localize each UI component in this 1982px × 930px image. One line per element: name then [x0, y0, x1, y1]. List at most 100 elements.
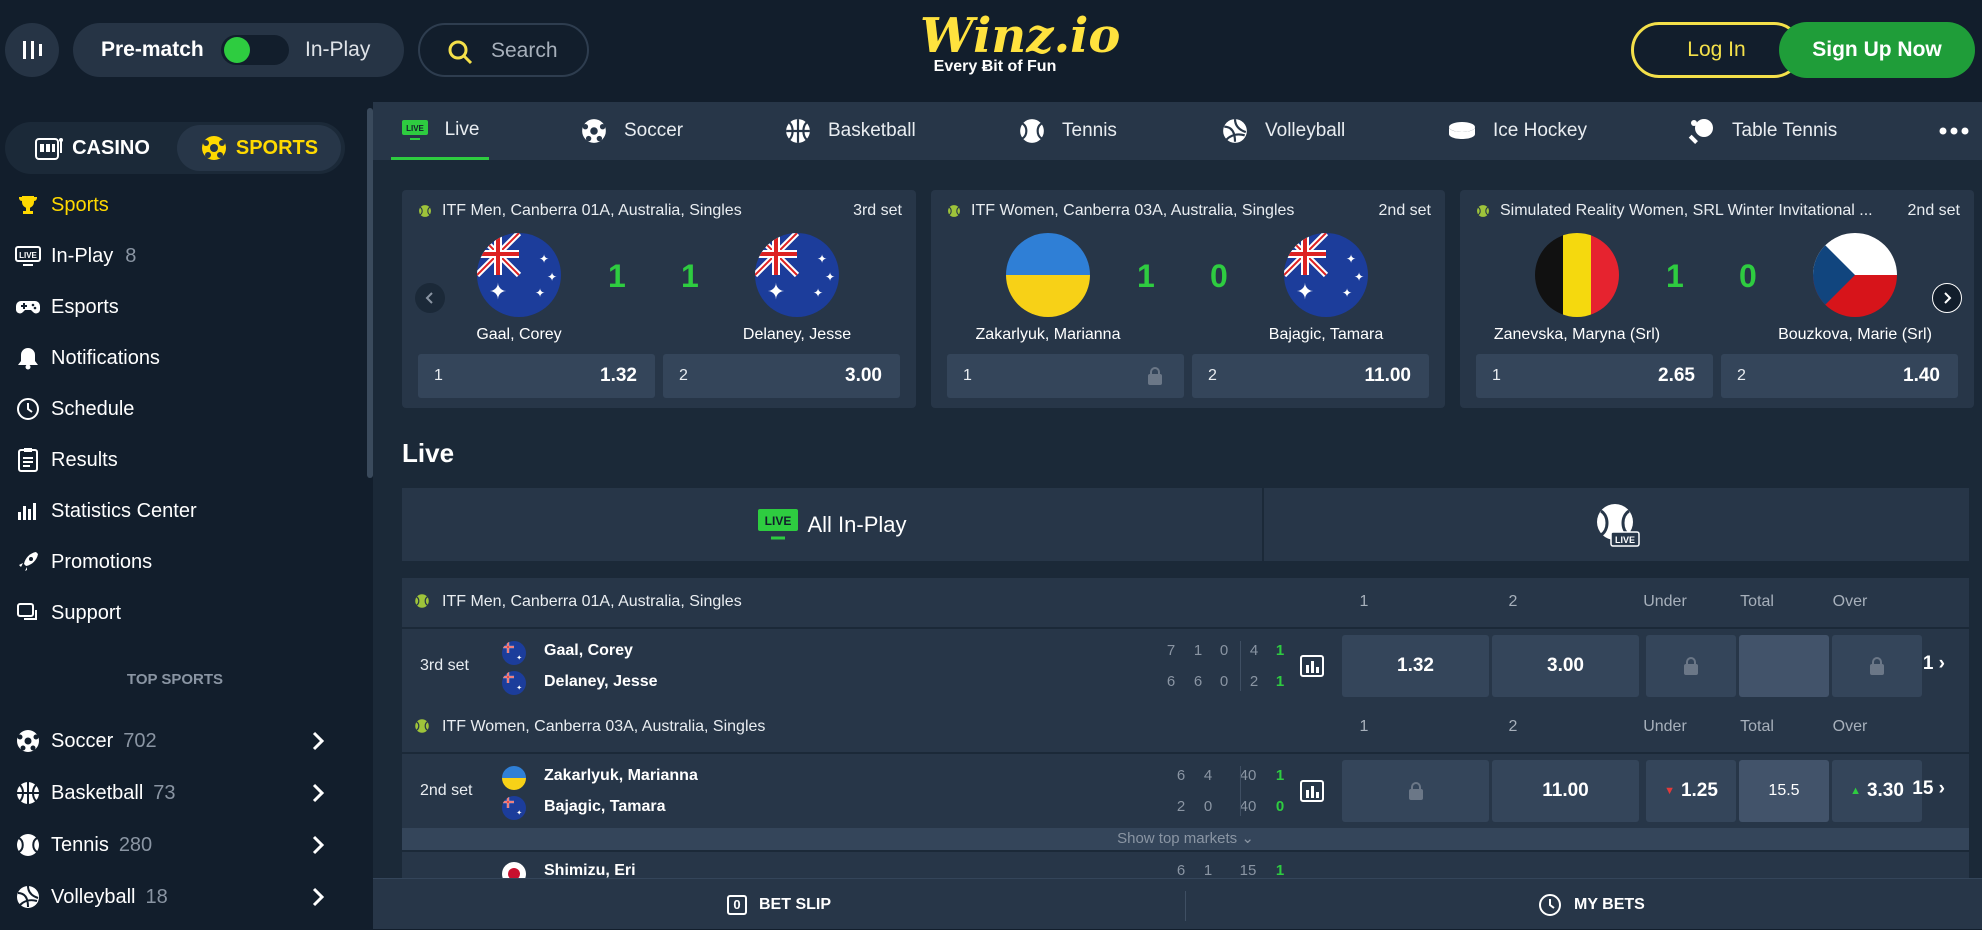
sidebar-sport-tennis[interactable]: Tennis 280 — [14, 825, 334, 865]
winz-logo[interactable]: Winz.io Every Ƀit of Fun — [920, 10, 1120, 76]
odds-button-away[interactable]: 2 1.40 — [1721, 354, 1958, 398]
player-home: Gaal, Corey — [476, 326, 562, 343]
sidebar-item-sports[interactable]: Sports — [14, 185, 109, 225]
toggle-switch[interactable] — [221, 35, 289, 65]
sidebar-item-promotions[interactable]: Promotions — [14, 542, 152, 582]
sidebar-item-notifications[interactable]: Notifications — [14, 338, 160, 378]
league-name: ITF Men, Canberra 01A, Australia, Single… — [442, 593, 742, 610]
show-top-markets-label: Show top markets — [1117, 830, 1238, 847]
featured-match-card[interactable]: ITF Men, Canberra 01A, Australia, Single… — [402, 190, 916, 408]
more-sports-button[interactable] — [1939, 102, 1969, 160]
betslip-button[interactable]: 0 BET SLIP — [727, 879, 831, 930]
under-button[interactable]: ▼ 1.25 — [1646, 760, 1736, 822]
carousel-next-button[interactable] — [1932, 283, 1962, 313]
search-button[interactable]: Search — [418, 23, 589, 77]
sport-label: Basketball — [51, 781, 144, 804]
belgium-flag-icon — [1535, 233, 1619, 317]
col-total-header: Total — [1740, 718, 1774, 735]
inplay-label[interactable]: In-Play — [305, 38, 370, 62]
league-name: ITF Women, Canberra 03A, Australia, Sing… — [442, 718, 766, 735]
basketball-icon — [14, 779, 42, 807]
odds-label: 1 — [963, 367, 972, 384]
sidebar-item-support[interactable]: Support — [14, 593, 121, 633]
lock-icon — [1684, 657, 1698, 675]
sidebar-item-results[interactable]: Results — [14, 440, 118, 480]
tab-live[interactable]: LIVE Live — [391, 102, 489, 160]
prematch-label[interactable]: Pre-match — [101, 38, 204, 62]
stats-icon[interactable] — [1300, 655, 1324, 677]
set-score: 6 — [1193, 673, 1203, 690]
more-markets-button[interactable]: 15 › — [1912, 778, 1945, 800]
sidebar-sport-basketball[interactable]: Basketball 73 — [14, 773, 334, 813]
odds-button-home[interactable]: 1 2.65 — [1476, 354, 1713, 398]
game-score: 40 — [1239, 767, 1257, 784]
login-button[interactable]: Log In — [1631, 22, 1802, 78]
odds-button-away[interactable]: 11.00 — [1492, 760, 1639, 822]
odds-button-home[interactable]: 1.32 — [1342, 635, 1489, 697]
col-over-header: Over — [1832, 718, 1868, 735]
svg-text:✦: ✦ — [516, 684, 522, 692]
set-score: 1 — [1203, 862, 1213, 878]
tab-basketball[interactable]: Basketball — [784, 102, 916, 160]
card-header: Simulated Reality Women, SRL Winter Invi… — [1476, 202, 1960, 220]
match-row[interactable]: 2nd set ✦ Zakarlyuk, Marianna Bajagic, T… — [402, 754, 1969, 828]
volleyball-icon — [14, 883, 42, 911]
odds-button-away[interactable]: 3.00 — [1492, 635, 1639, 697]
under-button[interactable] — [1646, 635, 1736, 697]
svg-text:✦: ✦ — [1346, 252, 1356, 266]
stats-icon[interactable] — [1300, 780, 1324, 802]
tab-table-tennis[interactable]: Table Tennis — [1688, 102, 1837, 160]
sidebar-sport-volleyball[interactable]: Volleyball 18 — [14, 877, 334, 917]
svg-text:LIVE: LIVE — [406, 124, 424, 133]
tab-tennis[interactable]: Tennis — [1018, 102, 1117, 160]
more-markets-button[interactable]: 1 › — [1923, 653, 1945, 675]
svg-text:✦: ✦ — [539, 252, 549, 266]
tab-soccer[interactable]: Soccer — [580, 102, 683, 160]
odds-button-home[interactable]: 1 — [947, 354, 1184, 398]
sidebar-sport-soccer[interactable]: Soccer 702 — [14, 721, 334, 761]
over-button[interactable]: ▲ 3.30 — [1832, 760, 1922, 822]
chevron-right-icon — [312, 731, 325, 751]
betslip-label: BET SLIP — [759, 895, 832, 913]
mybets-button[interactable]: MY BETS — [1538, 879, 1645, 930]
match-group-header: ITF Men, Canberra 01A, Australia, Single… — [402, 578, 1969, 628]
odds-button-away[interactable]: 2 11.00 — [1192, 354, 1429, 398]
tab-sports[interactable]: SPORTS — [177, 125, 341, 171]
featured-match-card[interactable]: ITF Women, Canberra 03A, Australia, Sing… — [931, 190, 1445, 408]
odds-button-home[interactable]: 1 1.32 — [418, 354, 655, 398]
carousel-prev-button[interactable] — [415, 283, 445, 313]
sport-label: Volleyball — [51, 885, 136, 908]
signup-button[interactable]: Sign Up Now — [1779, 22, 1975, 78]
odds-button-away[interactable]: 2 3.00 — [663, 354, 900, 398]
australia-flag-icon: ✦ — [502, 671, 526, 695]
featured-match-card[interactable]: Simulated Reality Women, SRL Winter Invi… — [1460, 190, 1974, 408]
game-score: 40 — [1239, 798, 1257, 815]
show-top-markets-button[interactable]: Show top markets ⌄ — [402, 828, 1969, 850]
prematch-inplay-toggle[interactable]: Pre-match In-Play — [73, 23, 404, 77]
match-row[interactable]: 3rd set ✦ ✦ Gaal, Corey Delaney, Jesse 7… — [402, 629, 1969, 703]
lock-icon — [1870, 657, 1884, 675]
live-tv-icon: LIVE — [14, 242, 42, 270]
odds-button-home[interactable] — [1342, 760, 1489, 822]
ping-pong-icon — [1688, 117, 1716, 145]
more-dots-icon — [1939, 127, 1969, 135]
tennis-ball-icon — [1476, 202, 1490, 220]
chevron-right-icon — [1944, 292, 1952, 304]
sidebar-item-inplay[interactable]: LIVE In-Play 8 — [14, 236, 136, 276]
toggle-knob — [224, 37, 250, 63]
col-under-header: Under — [1643, 593, 1687, 610]
set-score: 0 — [1219, 673, 1229, 690]
match-row[interactable]: Shimizu, Eri 6 1 15 1 — [402, 852, 1969, 878]
svg-text:✦: ✦ — [767, 279, 785, 304]
player-home: Zakarlyuk, Marianna — [975, 326, 1121, 343]
sidebar-item-statistics[interactable]: Statistics Center — [14, 491, 197, 531]
sidebar-item-schedule[interactable]: Schedule — [14, 389, 134, 429]
live-tennis-filter[interactable]: LIVE — [1264, 488, 1969, 561]
over-button[interactable] — [1832, 635, 1922, 697]
tab-volleyball[interactable]: Volleyball — [1221, 102, 1345, 160]
all-inplay-button[interactable]: LIVE All In-Play — [402, 488, 1262, 561]
sidebar-item-esports[interactable]: Esports — [14, 287, 119, 327]
tab-ice-hockey[interactable]: Ice Hockey — [1447, 102, 1587, 160]
menu-button[interactable] — [5, 23, 59, 77]
tab-casino[interactable]: CASINO — [9, 125, 175, 171]
